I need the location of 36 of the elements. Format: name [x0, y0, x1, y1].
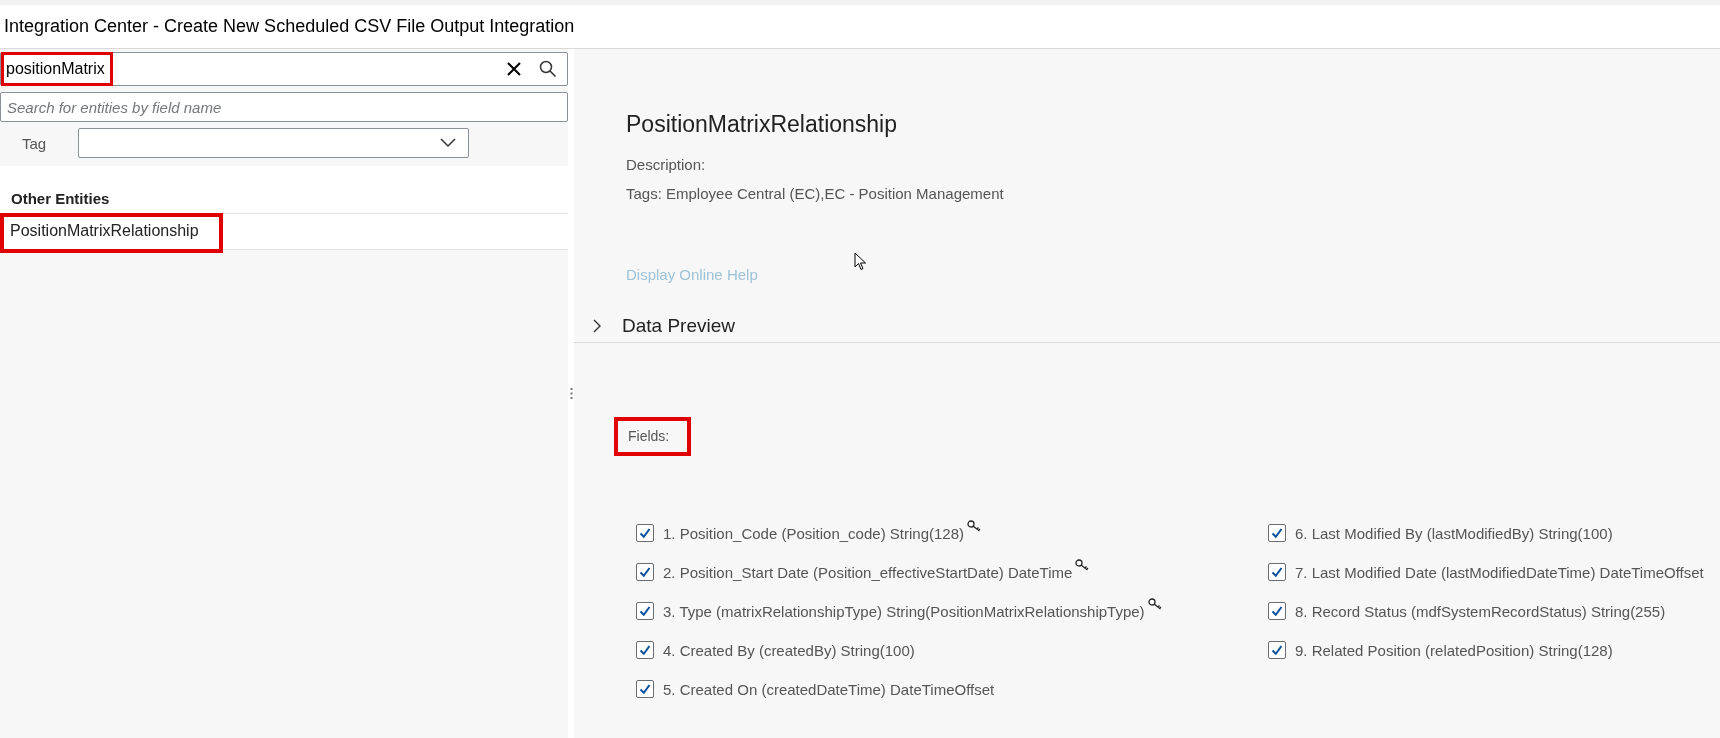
entity-list-item[interactable]: PositionMatrixRelationship: [0, 214, 568, 250]
entity-title: PositionMatrixRelationship: [625, 110, 898, 138]
field-label: 4. Created By (createdBy) String(100): [663, 641, 915, 659]
field-label: 2. Position_Start Date (Position_effectiveStartDate) DateTime: [663, 563, 1073, 581]
field-label: 9. Related Position (relatedPosition) String(128): [1295, 641, 1613, 659]
checkbox[interactable]: [636, 680, 654, 698]
description-label: Description:: [625, 155, 707, 173]
checkbox[interactable]: [1268, 563, 1286, 581]
field-label: 8. Record Status (mdfSystemRecordStatus) String(255): [1295, 602, 1666, 620]
group-heading: Other Entities: [0, 166, 568, 214]
checkbox[interactable]: [1268, 524, 1286, 542]
splitter-handle-icon[interactable]: [569, 388, 573, 399]
checkbox[interactable]: [636, 524, 654, 542]
fields-label: Fields:: [614, 417, 692, 456]
search-input[interactable]: positionMatrix: [1, 52, 113, 86]
field-label: 5. Created On (createdDateTime) DateTimeOffset: [663, 680, 995, 698]
checkbox[interactable]: [1268, 641, 1286, 659]
field-label: 1. Position_Code (Position_code) String(128): [663, 524, 964, 542]
mouse-pointer-icon: [853, 252, 867, 271]
close-icon[interactable]: [507, 62, 521, 76]
checkbox[interactable]: [636, 641, 654, 659]
window-title: Integration Center - Create New Scheduled CSV File Output Integration: [4, 16, 575, 37]
checkbox[interactable]: [636, 563, 654, 581]
tags-text: Tags: Employee Central (EC),EC - Position Management: [625, 184, 1005, 202]
data-preview-toggle[interactable]: Data Preview: [574, 309, 1720, 343]
chevron-down-icon: [440, 138, 456, 148]
chevron-right-icon: [592, 317, 602, 334]
field-search-input[interactable]: Search for entities by field name: [0, 92, 568, 122]
field-label: 6. Last Modified By (lastModifiedBy) String(100): [1295, 524, 1613, 542]
checkbox[interactable]: [636, 602, 654, 620]
field-label: 3. Type (matrixRelationshipType) String(PositionMatrixRelationshipType): [663, 602, 1145, 620]
field-label: 7. Last Modified Date (lastModifiedDateTime) DateTimeOffset: [1295, 563, 1704, 581]
tag-label: Tag: [21, 134, 48, 152]
search-icon[interactable]: [539, 60, 557, 78]
tag-dropdown[interactable]: [78, 128, 469, 158]
checkbox[interactable]: [1268, 602, 1286, 620]
